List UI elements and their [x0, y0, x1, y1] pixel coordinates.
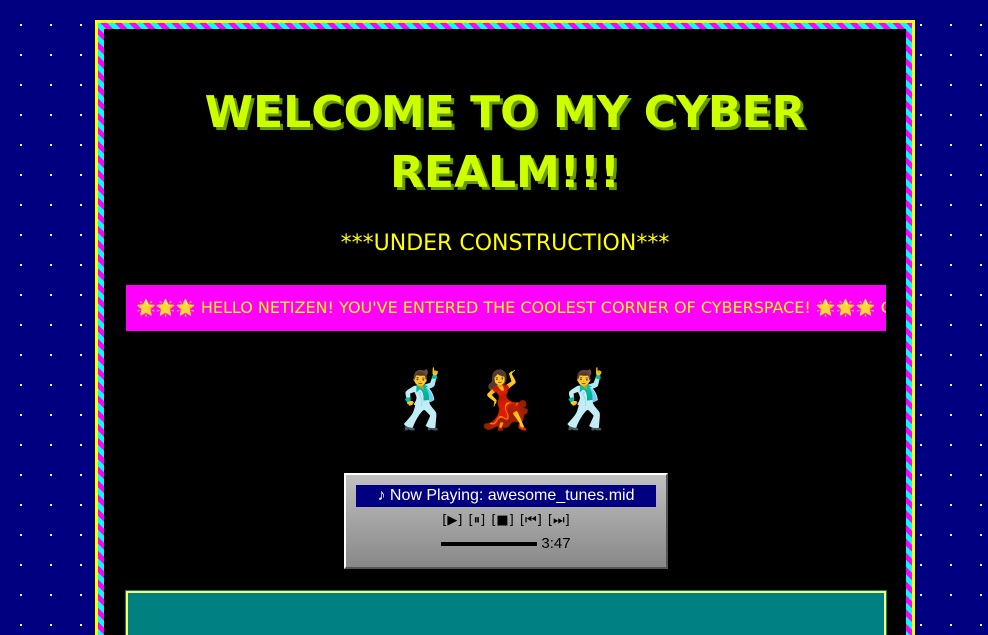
teal-panel [125, 590, 887, 635]
next-button[interactable]: [⏭] [548, 513, 570, 528]
content-area: WELCOME TO MY CYBER REALM!!! ***UNDER CO… [104, 29, 906, 635]
striped-border: WELCOME TO MY CYBER REALM!!! ***UNDER CO… [98, 23, 912, 635]
previous-button[interactable]: [⏮] [520, 513, 542, 528]
page-title: WELCOME TO MY CYBER REALM!!! [204, 87, 806, 198]
progress-bar[interactable] [441, 542, 538, 547]
track-time: 3:47 [541, 535, 571, 552]
woman-dancing-icon: 💃 [470, 368, 540, 433]
under-construction-text: ***UNDER CONSTRUCTION*** [340, 231, 670, 256]
main-frame: WELCOME TO MY CYBER REALM!!! ***UNDER CO… [95, 20, 915, 635]
man-dancing-icon: 🕺 [551, 368, 622, 433]
stop-button[interactable]: [■] [491, 513, 513, 528]
dancers-row: 🕺 💃 🕺 [104, 359, 906, 443]
progress-row: 3:47 [346, 535, 666, 552]
welcome-marquee: 🌟🌟🌟 HELLO NETIZEN! YOU'VE ENTERED THE CO… [126, 285, 886, 331]
now-playing-label: ♪ Now Playing: awesome_tunes.mid [356, 485, 656, 507]
marquee-text: 🌟🌟🌟 HELLO NETIZEN! YOU'VE ENTERED THE CO… [136, 298, 886, 317]
player-controls: [▶] [⏸] [■] [⏮] [⏭] [346, 513, 666, 528]
man-dancing-icon: 🕺 [388, 368, 459, 433]
pause-button[interactable]: [⏸] [469, 513, 486, 528]
play-button[interactable]: [▶] [442, 513, 462, 528]
midi-player: ♪ Now Playing: awesome_tunes.mid [▶] [⏸]… [344, 473, 668, 569]
